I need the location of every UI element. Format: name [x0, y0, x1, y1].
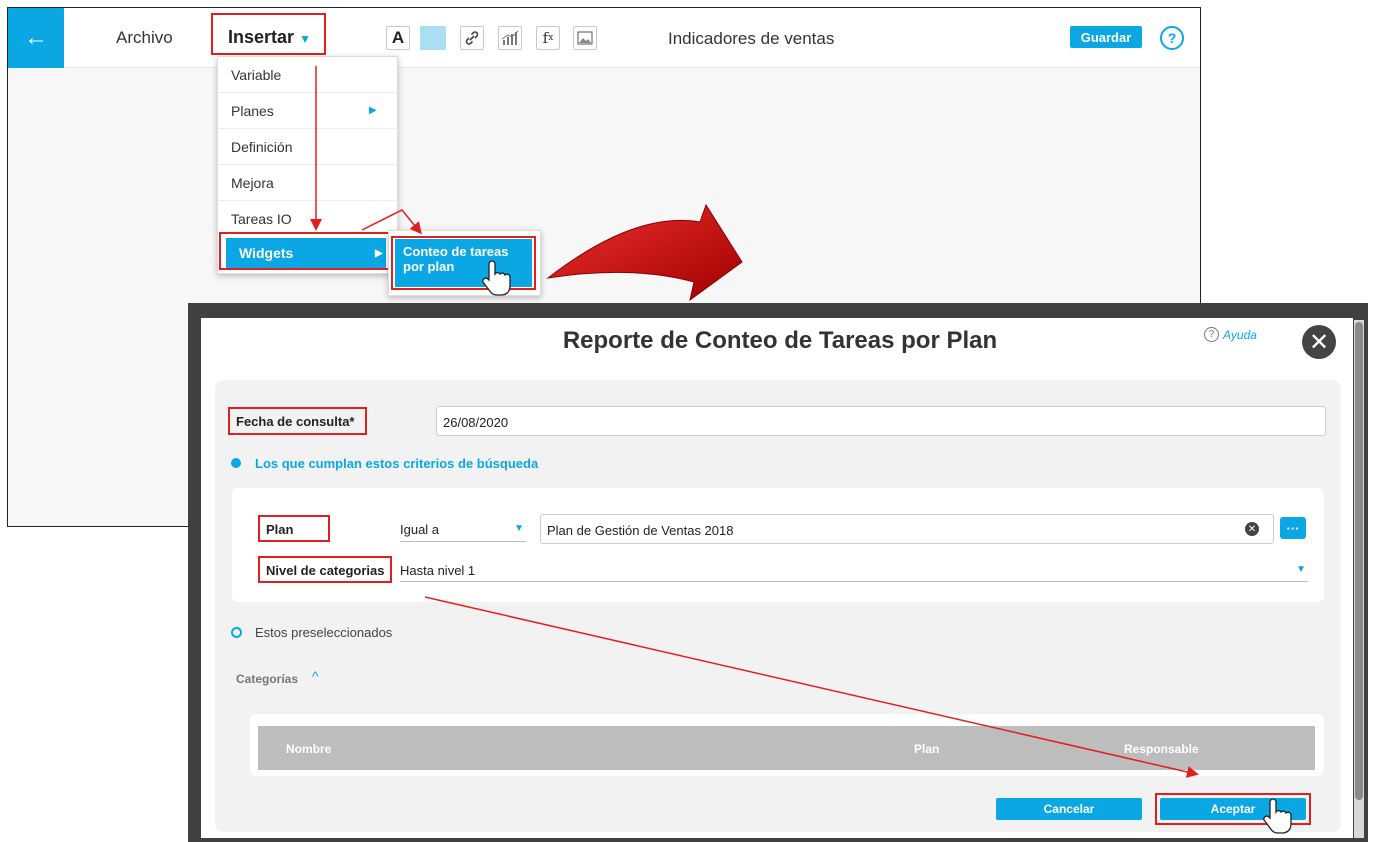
arrow-to-submenu: [361, 209, 422, 235]
big-curved-arrow: [546, 203, 743, 302]
annotation-overlay: [310, 66, 1292, 834]
hand-cursor-icon: [482, 260, 511, 296]
arrow-to-accept: [424, 596, 1199, 778]
hand-cursor-icon: [1263, 798, 1292, 834]
